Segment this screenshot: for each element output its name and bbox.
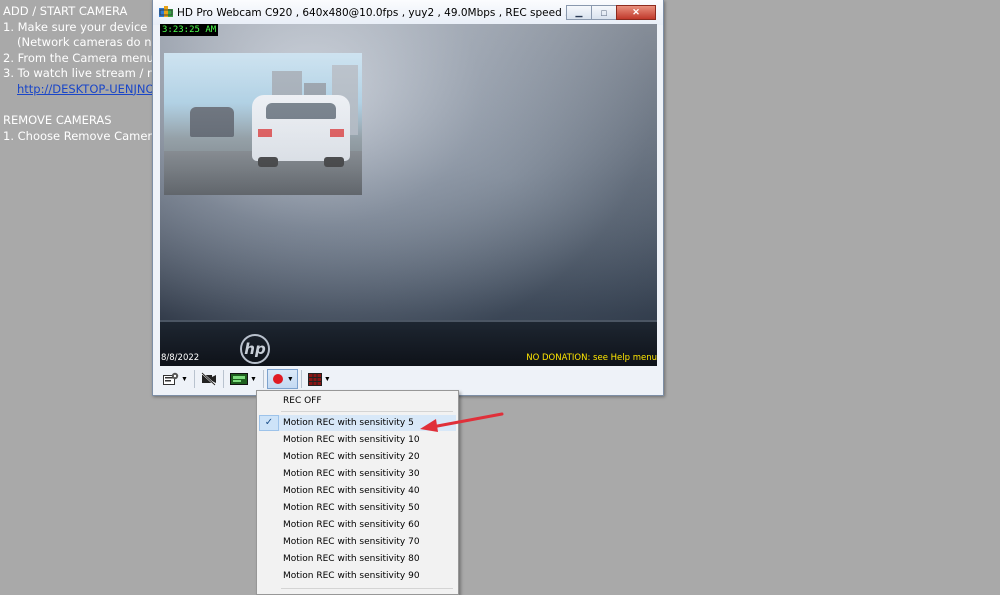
chevron-down-icon: ▼ xyxy=(249,375,257,383)
camera-toolbar: ▼ ▼ ▼ ▼ xyxy=(160,368,657,390)
menu-item-sensitivity-80[interactable]: Motion REC with sensitivity 80 xyxy=(259,551,456,567)
instruction-line: 1. Make sure your device is pl xyxy=(3,19,175,34)
section-heading-add: ADD / START CAMERA xyxy=(3,4,128,18)
close-button[interactable]: ✕ xyxy=(616,5,656,20)
grid-icon xyxy=(307,372,322,386)
camera-off-button[interactable] xyxy=(198,369,220,389)
checkmark-icon: ✓ xyxy=(259,415,279,431)
window-controls: ▁ □ ✕ xyxy=(566,5,656,20)
menu-item-sensitivity-20[interactable]: Motion REC with sensitivity 20 xyxy=(259,449,456,465)
grid-layout-button[interactable]: ▼ xyxy=(305,369,334,389)
record-icon xyxy=(272,374,283,384)
title-bar[interactable]: HD Pro Webcam C920 , 640x480@10.0fps , y… xyxy=(153,0,663,25)
menu-item-sensitivity-10[interactable]: Motion REC with sensitivity 10 xyxy=(259,432,456,448)
time-overlay: 3:23:25 AM xyxy=(160,24,219,36)
minimize-button[interactable]: ▁ xyxy=(566,5,592,20)
stream-link[interactable]: http://DESKTOP-UENJNON xyxy=(3,82,174,98)
menu-item-sensitivity-60[interactable]: Motion REC with sensitivity 60 xyxy=(259,517,456,533)
chevron-down-icon: ▼ xyxy=(323,375,331,383)
video-feed[interactable]: hp 3:23:25 AM 8/8/2022 NO DONATION: see … xyxy=(160,24,657,366)
settings-button[interactable]: ▼ xyxy=(160,369,191,389)
record-button[interactable]: ▼ xyxy=(266,369,298,389)
menu-item-sensitivity-40[interactable]: Motion REC with sensitivity 40 xyxy=(259,483,456,499)
donation-notice: NO DONATION: see Help menu xyxy=(526,353,657,363)
background-instructions: ADD / START CAMERA 1. Make sure your dev… xyxy=(3,4,174,144)
instruction-line: 2. From the Camera menu sel xyxy=(3,50,174,65)
camera-window: HD Pro Webcam C920 , 640x480@10.0fps , y… xyxy=(152,0,664,396)
menu-item-sensitivity-90[interactable]: Motion REC with sensitivity 90 xyxy=(259,568,456,584)
window-title: HD Pro Webcam C920 , 640x480@10.0fps , y… xyxy=(177,7,602,19)
instruction-line: 3. To watch live stream / reco xyxy=(3,66,172,80)
display-button[interactable]: ▼ xyxy=(227,369,260,389)
app-icon xyxy=(159,6,173,17)
camera-off-icon xyxy=(201,372,216,386)
hp-logo: hp xyxy=(240,334,270,364)
maximize-button[interactable]: □ xyxy=(591,5,617,20)
menu-item-sensitivity-30[interactable]: Motion REC with sensitivity 30 xyxy=(259,466,456,482)
chevron-down-icon: ▼ xyxy=(181,375,188,383)
annotation-arrow-icon xyxy=(420,412,504,432)
instruction-line: 1. Choose Remove Cameras f xyxy=(3,128,173,143)
display-icon xyxy=(229,373,248,385)
instruction-line: (Network cameras do not n xyxy=(17,35,174,49)
settings-icon xyxy=(163,372,179,385)
date-overlay: 8/8/2022 xyxy=(161,353,200,363)
menu-item-rec-off[interactable]: REC OFF xyxy=(259,393,456,409)
section-heading-remove: REMOVE CAMERAS xyxy=(3,113,112,127)
chevron-down-icon: ▼ xyxy=(286,375,294,383)
menu-item-sensitivity-70[interactable]: Motion REC with sensitivity 70 xyxy=(259,534,456,550)
menu-item-sensitivity-50[interactable]: Motion REC with sensitivity 50 xyxy=(259,500,456,516)
